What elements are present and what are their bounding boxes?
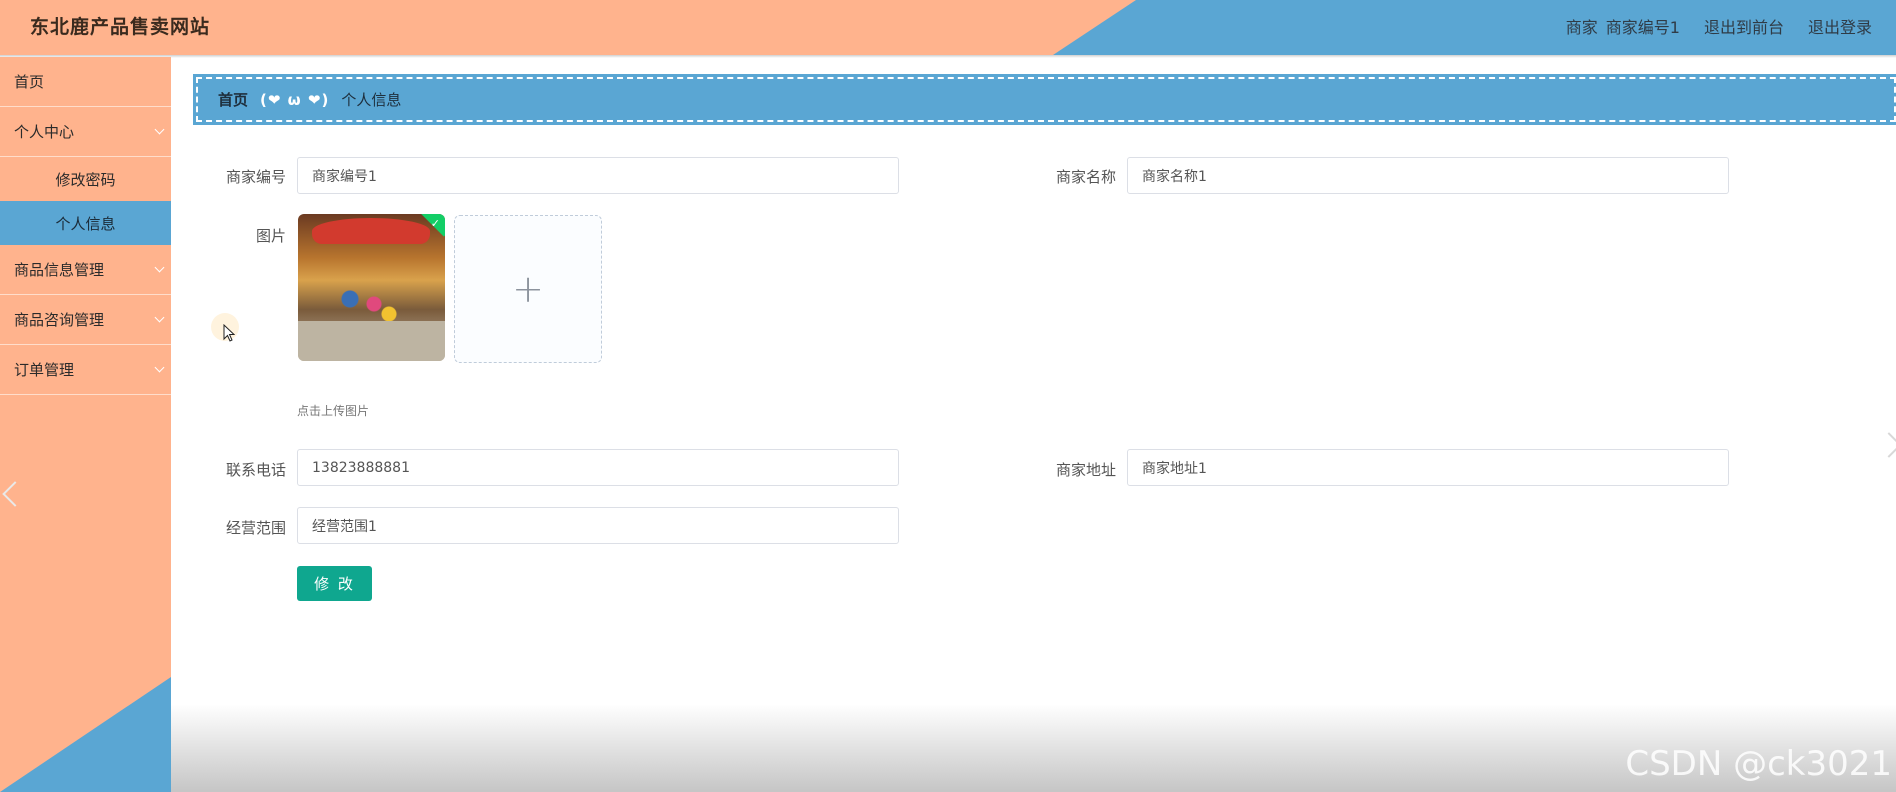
store-banner-graphic (312, 218, 430, 244)
sidebar-item-label: 个人中心 (14, 123, 75, 141)
scope-value: 经营范围1 (312, 518, 377, 535)
sidebar-item-label: 订单管理 (14, 361, 75, 379)
scope-label: 经营范围 (225, 519, 286, 537)
header-actions: 商家 商家编号1 退出到前台 退出登录 (1566, 14, 1872, 38)
user-info: 商家 商家编号1 (1566, 14, 1680, 38)
sidebar-subitem-label: 修改密码 (55, 170, 116, 189)
chevron-down-icon (154, 362, 165, 373)
sidebar-item-personal-center[interactable]: 个人中心 (0, 107, 171, 157)
merchant-no-input[interactable]: 商家编号1 (297, 157, 899, 194)
sidebar-item-product-management[interactable]: 商品信息管理 (0, 245, 171, 295)
check-icon: ✓ (430, 217, 440, 230)
next-arrow-icon[interactable] (1876, 432, 1896, 458)
user-role: 商家 (1565, 18, 1598, 37)
sidebar-item-order-management[interactable]: 订单管理 (0, 345, 171, 395)
breadcrumb-separator: (❤ ω ❤) (260, 90, 330, 109)
prev-arrow-icon[interactable] (2, 481, 28, 507)
merchant-name-value: 商家名称1 (1142, 168, 1207, 185)
sidebar-item-label: 商品信息管理 (14, 261, 105, 279)
address-value: 商家地址1 (1142, 460, 1207, 477)
back-to-front-link[interactable]: 退出到前台 (1704, 14, 1784, 38)
merchant-name-label: 商家名称 (1055, 168, 1116, 186)
sidebar-item-home[interactable]: 首页 (0, 57, 171, 107)
sidebar-item-label: 商品咨询管理 (14, 311, 105, 329)
logout-link[interactable]: 退出登录 (1808, 14, 1872, 38)
plus-icon: + (512, 267, 544, 311)
merchant-no-value: 商家编号1 (312, 168, 377, 185)
sidebar-subitem-label: 个人信息 (55, 214, 116, 233)
address-label: 商家地址 (1055, 461, 1116, 479)
sidebar: 首页 个人中心 修改密码 个人信息 商品信息管理 商品咨询管理 订单管理 (0, 57, 171, 792)
breadcrumb-current: 个人信息 (341, 91, 402, 109)
image-label: 图片 (255, 227, 286, 245)
chevron-down-icon (154, 312, 165, 323)
phone-input[interactable]: 13823888881 (297, 449, 899, 486)
top-header: 东北鹿产品售卖网站 商家 商家编号1 退出到前台 退出登录 (0, 0, 1896, 55)
watermark: CSDN @ck3021 (1625, 744, 1892, 784)
sidebar-corner-decoration (0, 677, 171, 792)
sidebar-item-consult-management[interactable]: 商品咨询管理 (0, 295, 171, 345)
phone-value: 13823888881 (312, 459, 410, 476)
sidebar-item-label: 首页 (14, 73, 45, 91)
phone-label: 联系电话 (225, 461, 286, 479)
merchant-name-input[interactable]: 商家名称1 (1127, 157, 1729, 194)
header-shadow (0, 55, 1896, 58)
upload-tip: 点击上传图片 (297, 404, 370, 418)
site-title: 东北鹿产品售卖网站 (30, 16, 211, 38)
chevron-down-icon (154, 262, 165, 273)
chevron-down-icon (154, 124, 165, 135)
breadcrumb: 首页 (❤ ω ❤) 个人信息 (193, 74, 1896, 125)
merchant-no-label: 商家编号 (225, 168, 286, 186)
uploaded-image-thumbnail[interactable]: ✓ (298, 214, 445, 361)
image-upload-button[interactable]: + (454, 215, 602, 363)
breadcrumb-home[interactable]: 首页 (218, 89, 248, 110)
mouse-cursor-icon (223, 324, 235, 342)
sidebar-subitem-change-password[interactable]: 修改密码 (0, 157, 171, 201)
user-name: 商家编号1 (1605, 18, 1680, 37)
submit-button[interactable]: 修 改 (297, 566, 372, 601)
scope-input[interactable]: 经营范围1 (297, 507, 899, 544)
store-floor-graphic (298, 321, 445, 361)
address-input[interactable]: 商家地址1 (1127, 449, 1729, 486)
sidebar-subitem-personal-info[interactable]: 个人信息 (0, 201, 171, 245)
